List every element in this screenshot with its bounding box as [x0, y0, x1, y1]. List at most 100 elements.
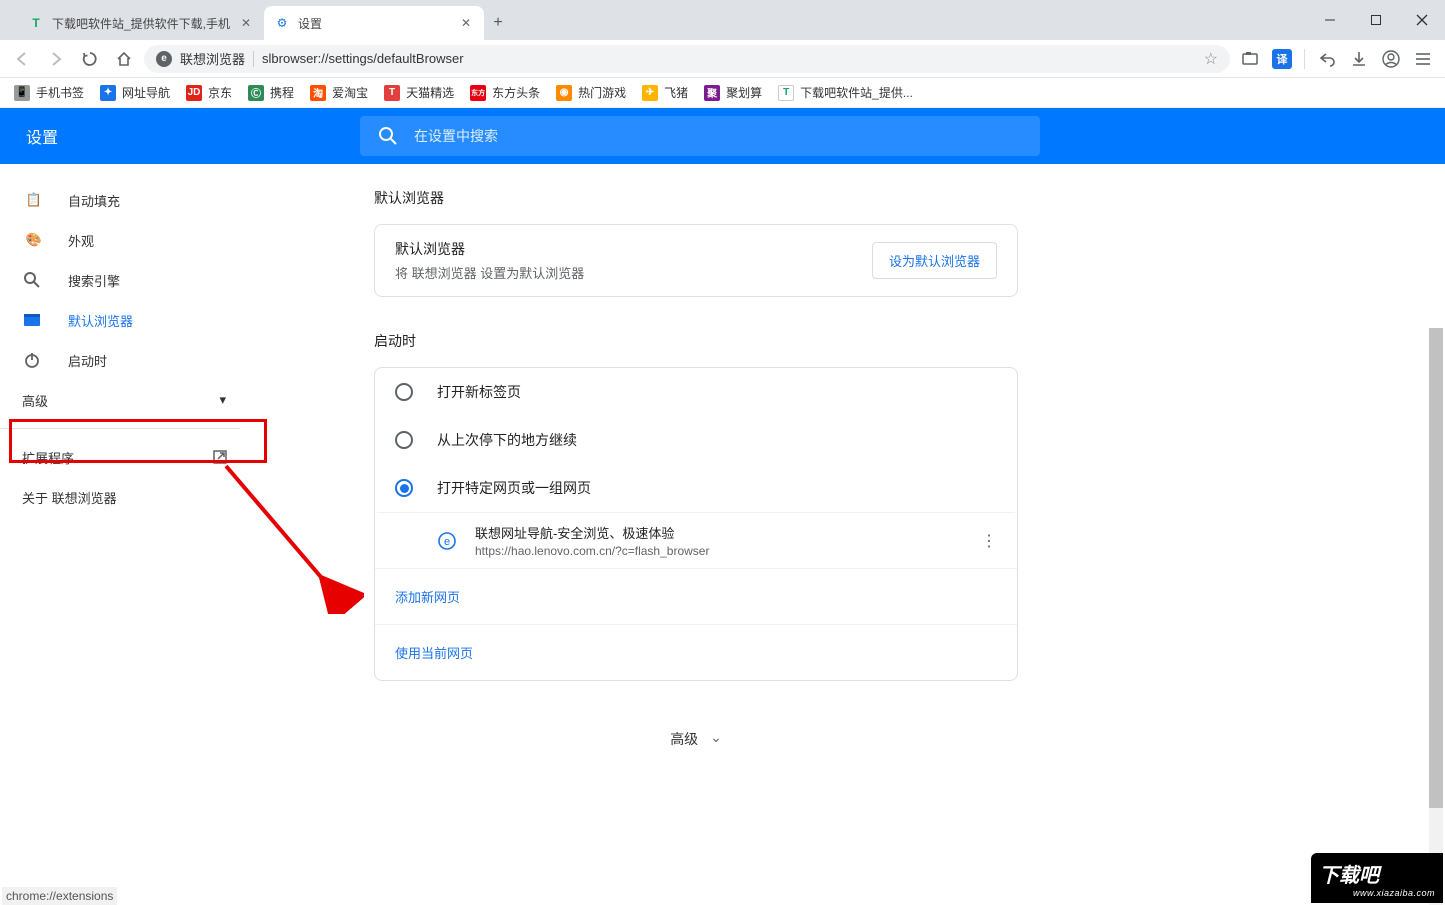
bookmark-item[interactable]: 东方东方头条	[470, 84, 540, 101]
tab-1-favicon: ⚙	[274, 15, 290, 31]
bookmark-label: 爱淘宝	[332, 84, 368, 101]
new-tab-button[interactable]: +	[484, 9, 512, 37]
radio-icon[interactable]	[395, 431, 413, 449]
sidebar-advanced-toggle[interactable]: 高级▾	[0, 380, 256, 420]
radio-option-specific[interactable]: 打开特定网页或一组网页	[375, 464, 1017, 512]
sidebar-label: 自动填充	[68, 191, 120, 210]
radio-option-continue[interactable]: 从上次停下的地方继续	[375, 416, 1017, 464]
status-bar-text: chrome://extensions	[2, 887, 117, 905]
bookmark-item[interactable]: 📱手机书签	[14, 84, 84, 101]
chevron-down-icon: ⌄	[710, 729, 722, 746]
bookmark-label: 飞猪	[664, 84, 688, 101]
omnibox[interactable]: e 联想浏览器 slbrowser://settings/defaultBrow…	[144, 45, 1230, 73]
settings-header: 设置	[0, 108, 1445, 164]
settings-main: 默认浏览器 默认浏览器 将 联想浏览器 设置为默认浏览器 设为默认浏览器 启动时…	[256, 164, 1445, 905]
clipboard-icon: 📋	[24, 192, 44, 208]
power-icon	[24, 352, 44, 368]
undo-button[interactable]	[1313, 45, 1341, 73]
bookmarks-bar: 📱手机书签 ✦网址导航 JD京东 Ⓒ携程 淘爱淘宝 T天猫精选 东方东方头条 ◉…	[0, 78, 1445, 108]
radio-icon-checked[interactable]	[395, 479, 413, 497]
sidebar-item-appearance[interactable]: 🎨外观	[0, 220, 256, 260]
forward-button[interactable]	[42, 45, 70, 73]
close-button[interactable]	[1399, 0, 1445, 40]
advanced-label: 高级	[22, 391, 48, 410]
tab-0-favicon: T	[28, 15, 44, 31]
watermark-url: www.xiazaiba.com	[1319, 888, 1435, 898]
bookmark-item[interactable]: 淘爱淘宝	[310, 84, 368, 101]
sidebar-separator	[0, 428, 240, 429]
set-default-button[interactable]: 设为默认浏览器	[872, 242, 997, 279]
bookmark-label: 京东	[208, 84, 232, 101]
settings-search-box[interactable]	[360, 116, 1040, 156]
toolbar-separator	[1304, 49, 1305, 69]
radio-option-newtab[interactable]: 打开新标签页	[375, 368, 1017, 416]
bookmark-label: 手机书签	[36, 84, 84, 101]
tab-0[interactable]: T 下载吧软件站_提供软件下载,手机 ✕	[18, 6, 264, 40]
maximize-button[interactable]	[1353, 0, 1399, 40]
bookmark-item[interactable]: JD京东	[186, 84, 232, 101]
about-label: 关于 联想浏览器	[22, 488, 117, 507]
profile-button[interactable]	[1377, 45, 1405, 73]
scrollbar-thumb[interactable]	[1429, 328, 1443, 808]
tab-strip: T 下载吧软件站_提供软件下载,手机 ✕ ⚙ 设置 ✕ +	[0, 0, 512, 40]
settings-content: 📋 自动填充 🎨外观 搜索引擎 默认浏览器 启动时 高级▾ 扩展程序 关于 联想浏…	[0, 164, 1445, 905]
sidebar-label: 搜索引擎	[68, 271, 120, 290]
screenshot-icon[interactable]	[1236, 45, 1264, 73]
tab-1-close-icon[interactable]: ✕	[458, 15, 474, 31]
browser-toolbar: e 联想浏览器 slbrowser://settings/defaultBrow…	[0, 40, 1445, 78]
bookmark-item[interactable]: Ⓒ携程	[248, 84, 294, 101]
bookmark-label: 下载吧软件站_提供...	[800, 84, 913, 101]
toolbar-right: 译	[1236, 45, 1437, 73]
sidebar-about-link[interactable]: 关于 联想浏览器	[0, 477, 256, 517]
startup-card: 打开新标签页 从上次停下的地方继续 打开特定网页或一组网页 e 联想网址导航-安…	[374, 367, 1018, 681]
bookmark-item[interactable]: T下载吧软件站_提供...	[778, 84, 913, 101]
window-controls	[1307, 0, 1445, 40]
palette-icon: 🎨	[24, 232, 44, 248]
more-options-icon[interactable]: ⋮	[981, 531, 995, 551]
bookmark-star-icon[interactable]: ☆	[1204, 49, 1218, 69]
default-browser-row: 默认浏览器 将 联想浏览器 设置为默认浏览器 设为默认浏览器	[375, 225, 1017, 296]
menu-button[interactable]	[1409, 45, 1437, 73]
bookmark-label: 天猫精选	[406, 84, 454, 101]
downloads-button[interactable]	[1345, 45, 1373, 73]
bookmark-label: 热门游戏	[578, 84, 626, 101]
bookmark-item[interactable]: ✈飞猪	[642, 84, 688, 101]
search-icon	[24, 272, 44, 288]
site-label: 联想浏览器	[180, 49, 245, 68]
tab-0-close-icon[interactable]: ✕	[238, 15, 254, 31]
default-browser-section-title: 默认浏览器	[374, 188, 1445, 208]
use-current-pages-link[interactable]: 使用当前网页	[375, 624, 1017, 680]
tab-1-title: 设置	[298, 15, 450, 32]
default-browser-primary: 默认浏览器	[395, 239, 584, 259]
home-button[interactable]	[110, 45, 138, 73]
translate-button[interactable]: 译	[1268, 45, 1296, 73]
bookmark-item[interactable]: T天猫精选	[384, 84, 454, 101]
omnibox-separator	[253, 51, 254, 67]
sidebar-item-default-browser[interactable]: 默认浏览器	[0, 300, 256, 340]
add-new-page-link[interactable]: 添加新网页	[375, 568, 1017, 624]
advanced-toggle[interactable]: 高级 ⌄	[374, 729, 1018, 749]
sidebar-item-autofill[interactable]: 📋 自动填充	[0, 180, 256, 220]
settings-search-input[interactable]	[414, 128, 1022, 144]
sidebar-item-startup[interactable]: 启动时	[0, 340, 256, 380]
extensions-label: 扩展程序	[22, 448, 74, 467]
page-title: 联想网址导航-安全浏览、极速体验	[475, 523, 709, 542]
svg-text:e: e	[444, 536, 450, 548]
tab-1[interactable]: ⚙ 设置 ✕	[264, 6, 484, 40]
bookmark-label: 聚划算	[726, 84, 762, 101]
sidebar-item-search[interactable]: 搜索引擎	[0, 260, 256, 300]
bookmark-item[interactable]: ✦网址导航	[100, 84, 170, 101]
minimize-button[interactable]	[1307, 0, 1353, 40]
bookmark-item[interactable]: ◉热门游戏	[556, 84, 626, 101]
tab-0-title: 下载吧软件站_提供软件下载,手机	[52, 15, 230, 32]
settings-title: 设置	[0, 124, 360, 148]
open-external-icon	[212, 449, 228, 465]
sidebar-extensions-link[interactable]: 扩展程序	[0, 437, 256, 477]
bookmark-item[interactable]: 聚聚划算	[704, 84, 762, 101]
settings-sidebar: 📋 自动填充 🎨外观 搜索引擎 默认浏览器 启动时 高级▾ 扩展程序 关于 联想浏…	[0, 164, 256, 905]
reload-button[interactable]	[76, 45, 104, 73]
translate-icon: 译	[1272, 49, 1292, 69]
radio-icon[interactable]	[395, 383, 413, 401]
site-identity-icon[interactable]: e	[156, 51, 172, 67]
back-button[interactable]	[8, 45, 36, 73]
